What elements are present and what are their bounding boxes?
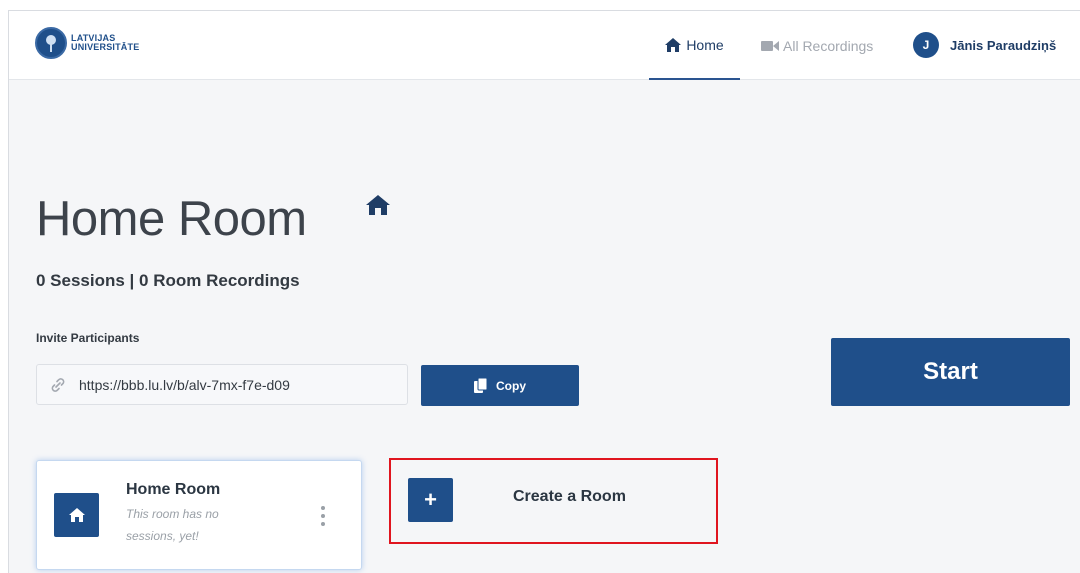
nav-recordings-label: All Recordings [783,37,874,54]
home-icon [366,195,390,215]
home-icon [665,37,682,52]
university-logo[interactable]: LATVIJAS UNIVERSITĀTE [35,27,139,59]
create-room-button[interactable]: + [408,478,453,522]
invite-link-field[interactable] [36,364,408,405]
copy-button-label: Copy [496,378,526,393]
logo-line-2: UNIVERSITĀTE [71,42,140,52]
user-name: Jānis Paraudziņš [950,37,1057,53]
video-camera-icon [761,40,779,51]
home-icon [68,508,85,522]
room-card-title: Home Room [126,481,221,498]
university-emblem-icon [35,27,67,59]
start-button[interactable]: Start [831,338,1070,406]
user-menu[interactable]: J Jānis Paraudziņš [913,32,1056,58]
room-options-icon[interactable] [320,506,326,526]
invite-url-input[interactable] [79,376,399,393]
nav-all-recordings-link[interactable]: All Recordings [761,11,873,80]
room-home-badge [54,493,99,537]
avatar: J [913,32,939,58]
page-title: Home Room [36,192,307,246]
room-stats: 0 Sessions | 0 Room Recordings [36,271,300,290]
nav-home-link[interactable]: Home [649,11,740,80]
logo-text: LATVIJAS UNIVERSITĀTE [71,34,139,52]
copy-button[interactable]: Copy [421,365,579,406]
app-frame: LATVIJAS UNIVERSITĀTE Home All Recording… [8,10,1080,573]
create-room-label[interactable]: Create a Room [513,488,626,506]
home-room-card[interactable]: Home Room This room has no sessions, yet… [36,460,362,570]
link-icon [51,377,65,392]
copy-icon [474,378,487,393]
nav-home-label: Home [686,36,724,53]
invite-label: Invite Participants [36,331,140,345]
top-navbar: LATVIJAS UNIVERSITĀTE Home All Recording… [9,11,1080,80]
room-card-status: This room has no sessions, yet! [126,507,219,543]
